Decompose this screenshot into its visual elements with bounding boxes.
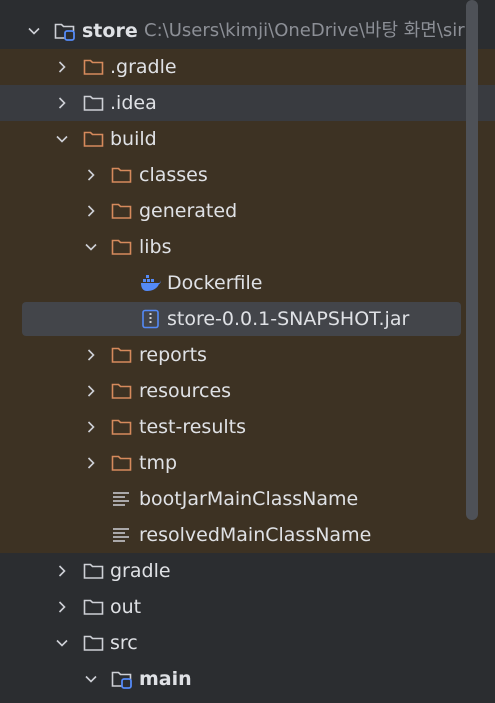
chevron-right-icon[interactable] — [83, 203, 99, 219]
tree-item-label: reports — [139, 344, 207, 366]
folder-icon — [111, 201, 133, 221]
folder-icon — [83, 561, 105, 581]
tree-item-label: store-0.0.1-SNAPSHOT.jar — [167, 308, 410, 330]
chevron-right-icon[interactable] — [54, 59, 70, 75]
tree-row-dockerfile[interactable]: Dockerfile — [0, 265, 495, 301]
folder-icon — [83, 129, 105, 149]
folder-icon — [111, 453, 133, 473]
chevron-right-icon[interactable] — [83, 419, 99, 435]
tree-row-gradle[interactable]: gradle — [0, 553, 495, 589]
folder-icon — [111, 237, 133, 257]
tree-item-label: out — [110, 596, 142, 618]
module-folder-icon — [54, 21, 76, 41]
chevron-right-icon[interactable] — [54, 599, 70, 615]
tree-item-label: classes — [139, 164, 208, 186]
tree-item-label: test-results — [139, 416, 246, 438]
tree-row-reports[interactable]: reports — [0, 337, 495, 373]
chevron-down-icon[interactable] — [54, 131, 70, 147]
tree-item-label: bootJarMainClassName — [139, 488, 359, 510]
project-path: C:\Users\kimji\OneDrive\바탕 화면\sir — [144, 20, 465, 41]
folder-icon — [83, 633, 105, 653]
folder-icon — [111, 381, 133, 401]
tree-row-main[interactable]: main — [0, 661, 495, 697]
folder-icon — [111, 417, 133, 437]
chevron-down-icon[interactable] — [54, 635, 70, 651]
tree-item-label: gradle — [110, 560, 171, 582]
tree-item-label: tmp — [139, 452, 178, 474]
folder-icon — [111, 165, 133, 185]
tree-row-build[interactable]: build — [0, 121, 495, 157]
tree-row-bootjar-main-class-name[interactable]: bootJarMainClassName — [0, 481, 495, 517]
text-file-icon — [111, 525, 133, 545]
tree-row-resolved-main-class-name[interactable]: resolvedMainClassName — [0, 517, 495, 553]
tree-item-label: resolvedMainClassName — [139, 524, 372, 546]
tree-row-generated[interactable]: generated — [0, 193, 495, 229]
tree-row-libs[interactable]: libs — [0, 229, 495, 265]
tree-row-classes[interactable]: classes — [0, 157, 495, 193]
tree-item-label: generated — [139, 200, 238, 222]
tree-row-gradle-cache[interactable]: .gradle — [0, 49, 495, 85]
chevron-right-icon[interactable] — [83, 347, 99, 363]
text-file-icon — [111, 489, 133, 509]
folder-icon — [83, 57, 105, 77]
chevron-down-icon[interactable] — [26, 23, 42, 39]
module-folder-icon — [111, 669, 133, 689]
tree-row-out[interactable]: out — [0, 589, 495, 625]
jar-icon — [140, 309, 162, 329]
chevron-down-icon[interactable] — [83, 671, 99, 687]
docker-icon — [140, 273, 162, 293]
chevron-right-icon[interactable] — [83, 167, 99, 183]
vertical-scrollbar[interactable] — [466, 0, 478, 520]
tree-row-jar[interactable]: store-0.0.1-SNAPSHOT.jar — [0, 301, 495, 337]
chevron-right-icon[interactable] — [54, 563, 70, 579]
tree-row-idea[interactable]: .idea — [0, 85, 495, 121]
tree-item-label: libs — [139, 236, 172, 258]
tree-item-label: .idea — [110, 92, 157, 114]
tree-row-resources[interactable]: resources — [0, 373, 495, 409]
tree-item-label: resources — [139, 380, 232, 402]
tree-row-src[interactable]: src — [0, 625, 495, 661]
folder-icon — [83, 597, 105, 617]
tree-item-label: main — [139, 668, 192, 690]
tree-item-label: src — [110, 632, 138, 654]
tree-row-test-results[interactable]: test-results — [0, 409, 495, 445]
tree-item-label: Dockerfile — [167, 272, 263, 294]
tree-item-label: .gradle — [110, 56, 177, 78]
tree-row-store[interactable]: store C:\Users\kimji\OneDrive\바탕 화면\sir — [0, 13, 495, 49]
chevron-right-icon[interactable] — [83, 383, 99, 399]
project-tree: store C:\Users\kimji\OneDrive\바탕 화면\sir … — [0, 0, 495, 703]
chevron-right-icon[interactable] — [83, 455, 99, 471]
chevron-right-icon[interactable] — [54, 95, 70, 111]
tree-row-tmp[interactable]: tmp — [0, 445, 495, 481]
folder-icon — [111, 345, 133, 365]
folder-icon — [83, 93, 105, 113]
chevron-down-icon[interactable] — [83, 239, 99, 255]
tree-item-label: store — [82, 20, 138, 42]
tree-item-label: build — [110, 128, 157, 150]
